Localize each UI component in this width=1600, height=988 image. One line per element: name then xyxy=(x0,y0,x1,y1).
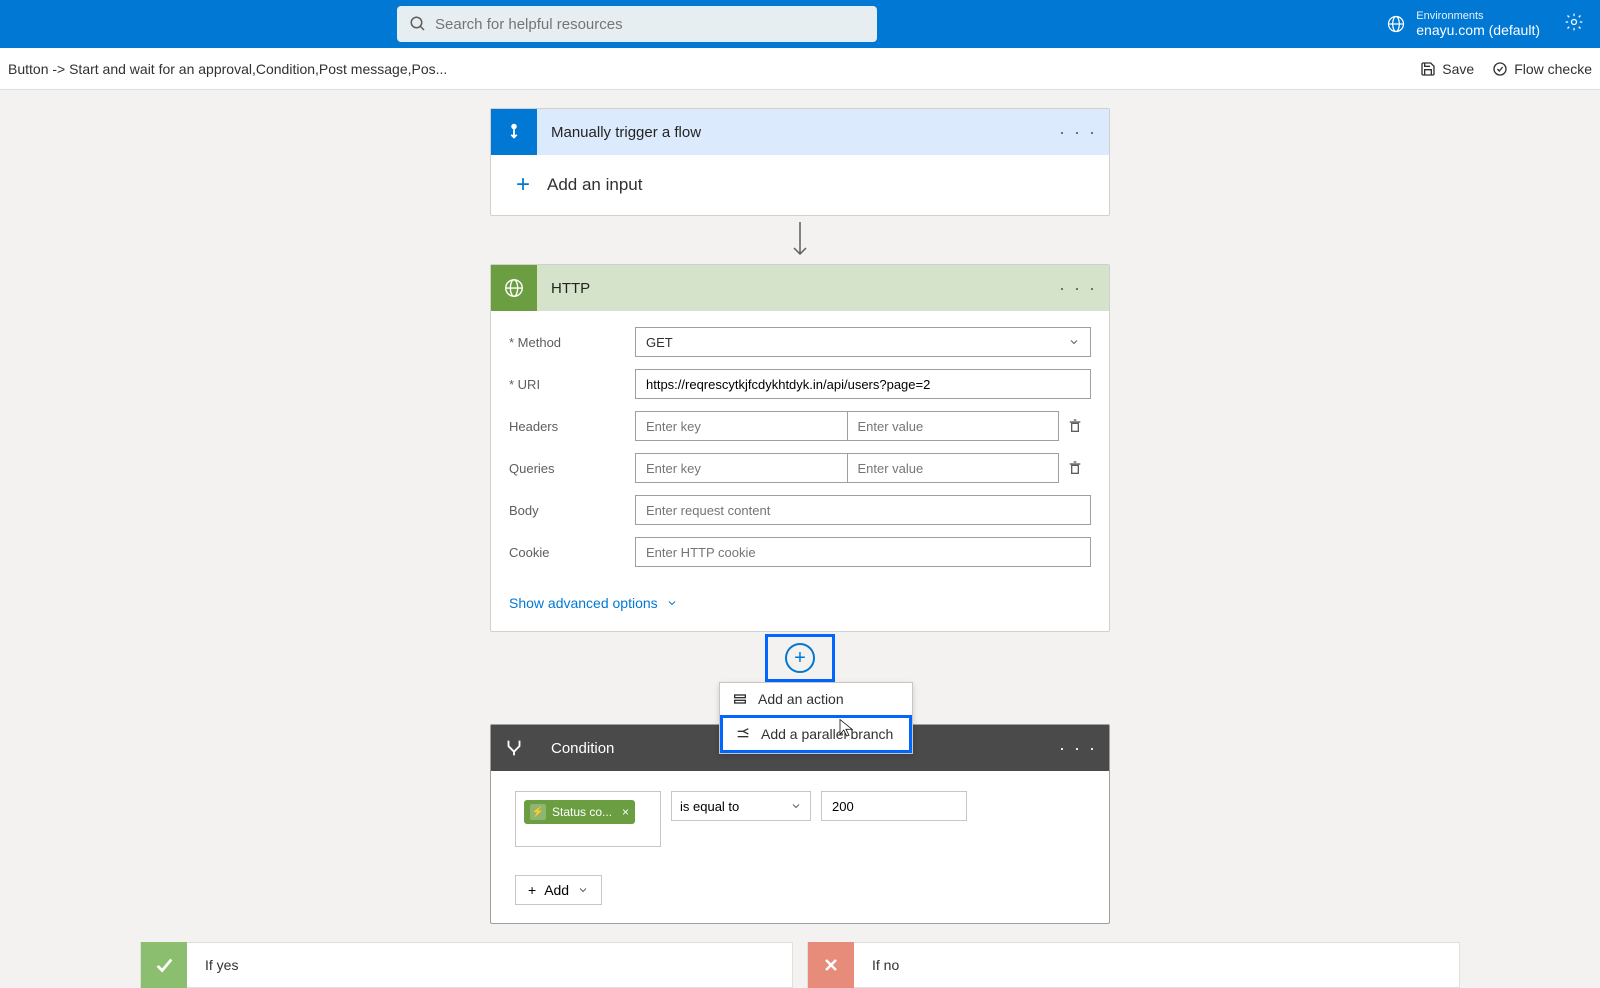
trigger-header[interactable]: Manually trigger a flow · · · xyxy=(491,109,1109,155)
search-box[interactable] xyxy=(397,6,877,42)
plus-icon: + xyxy=(513,171,533,199)
header-delete-icon[interactable] xyxy=(1059,411,1091,441)
plus-icon: + xyxy=(528,882,536,898)
body-input[interactable] xyxy=(635,495,1091,525)
condition-icon xyxy=(491,725,537,771)
search-input[interactable] xyxy=(435,16,865,33)
show-advanced-link[interactable]: Show advanced options xyxy=(509,595,678,611)
method-label: Method xyxy=(509,335,635,350)
query-key-input[interactable] xyxy=(635,453,848,483)
headers-label: Headers xyxy=(509,419,635,434)
if-yes-label: If yes xyxy=(205,957,238,973)
uri-input[interactable] xyxy=(635,369,1091,399)
chevron-down-icon xyxy=(790,800,802,812)
header-value-input[interactable] xyxy=(848,411,1060,441)
token-remove-icon[interactable]: × xyxy=(622,805,629,819)
condition-add-button[interactable]: + Add xyxy=(515,875,602,905)
uri-label: URI xyxy=(509,377,635,392)
settings-icon[interactable] xyxy=(1564,12,1584,37)
http-menu[interactable]: · · · xyxy=(1059,278,1097,299)
header-key-input[interactable] xyxy=(635,411,848,441)
add-parallel-branch-item[interactable]: Add a parallel branch xyxy=(720,715,912,753)
insert-step-area: + Add an action Add a parallel branch xyxy=(765,634,835,682)
body-label: Body xyxy=(509,503,635,518)
http-card[interactable]: HTTP · · · Method GET URI Headers xyxy=(490,264,1110,632)
http-icon xyxy=(491,265,537,311)
if-no-label: If no xyxy=(872,957,899,973)
method-select[interactable]: GET xyxy=(635,327,1091,357)
env-label: Environments xyxy=(1416,10,1540,22)
chevron-down-icon xyxy=(577,884,589,896)
queries-label: Queries xyxy=(509,461,635,476)
status-code-token[interactable]: ⚡ Status co... × xyxy=(524,800,635,824)
chevron-down-icon xyxy=(666,597,678,609)
chevron-down-icon xyxy=(1068,336,1080,348)
save-icon xyxy=(1420,61,1436,77)
if-yes-branch[interactable]: If yes xyxy=(140,942,793,988)
http-title: HTTP xyxy=(551,280,1059,297)
query-delete-icon[interactable] xyxy=(1059,453,1091,483)
condition-card[interactable]: Condition · · · ⚡ Status co... × is equa… xyxy=(490,724,1110,924)
action-icon xyxy=(732,691,748,707)
close-icon xyxy=(808,942,854,988)
token-icon: ⚡ xyxy=(530,804,546,820)
connector-arrow-icon xyxy=(788,220,812,260)
globe-icon xyxy=(1386,14,1406,34)
http-header[interactable]: HTTP · · · xyxy=(491,265,1109,311)
breadcrumb: Button -> Start and wait for an approval… xyxy=(8,61,447,77)
parallel-icon xyxy=(735,726,751,742)
if-no-branch[interactable]: If no xyxy=(807,942,1460,988)
condition-value-input[interactable]: 200 xyxy=(821,791,967,821)
checker-icon xyxy=(1492,61,1508,77)
add-action-item[interactable]: Add an action xyxy=(720,683,912,715)
check-icon xyxy=(141,942,187,988)
cookie-label: Cookie xyxy=(509,545,635,560)
search-icon xyxy=(409,15,427,33)
insert-step-button[interactable]: + xyxy=(765,634,835,682)
cookie-input[interactable] xyxy=(635,537,1091,567)
condition-operator-select[interactable]: is equal to xyxy=(671,791,811,821)
plus-circle-icon: + xyxy=(785,643,815,673)
top-bar: Environments enayu.com (default) xyxy=(0,0,1600,48)
action-bar: Button -> Start and wait for an approval… xyxy=(0,48,1600,90)
condition-menu[interactable]: · · · xyxy=(1059,738,1097,759)
flow-checker-button[interactable]: Flow checke xyxy=(1492,61,1592,77)
env-value: enayu.com (default) xyxy=(1416,22,1540,38)
trigger-icon xyxy=(491,109,537,155)
insert-popup: Add an action Add a parallel branch xyxy=(719,682,913,754)
environment-picker[interactable]: Environments enayu.com (default) xyxy=(1386,10,1540,38)
trigger-title: Manually trigger a flow xyxy=(551,124,1059,141)
add-input-button[interactable]: + Add an input xyxy=(513,171,1087,199)
flow-canvas: Manually trigger a flow · · · + Add an i… xyxy=(0,90,1600,988)
trigger-menu[interactable]: · · · xyxy=(1059,122,1097,143)
condition-operand[interactable]: ⚡ Status co... × xyxy=(515,791,661,847)
trigger-card[interactable]: Manually trigger a flow · · · + Add an i… xyxy=(490,108,1110,216)
condition-branches: If yes If no xyxy=(140,942,1460,988)
save-button[interactable]: Save xyxy=(1420,61,1474,77)
query-value-input[interactable] xyxy=(848,453,1060,483)
